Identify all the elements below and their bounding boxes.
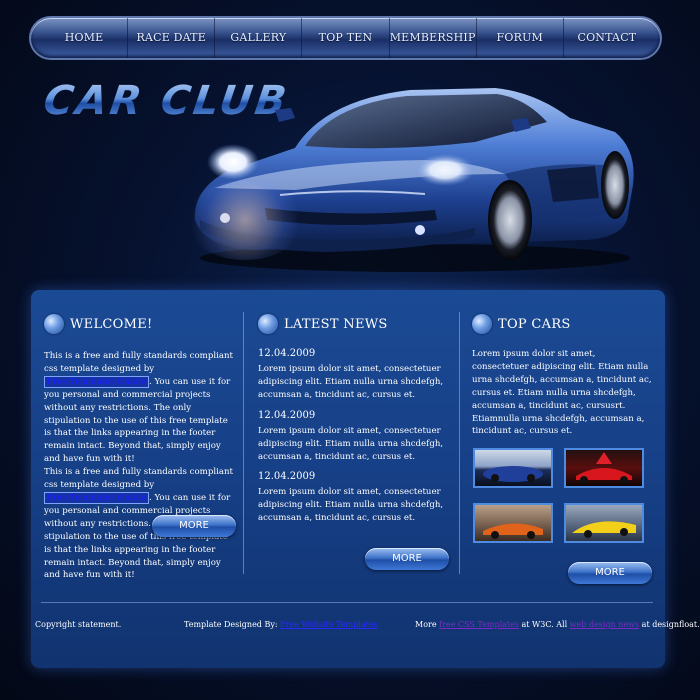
news-heading: LATEST NEWS	[258, 306, 448, 342]
topcars-text: Lorem ipsum dolor sit amet, consectetuer…	[472, 349, 652, 437]
nav-home[interactable]: HOME	[41, 18, 129, 58]
welcome-title: WELCOME!	[70, 316, 153, 332]
welcome-column: WELCOME! This is a free and fully standa…	[44, 290, 234, 582]
bullet-icon	[258, 314, 278, 334]
car-thumb-graphic	[483, 523, 543, 539]
news-date: 12.04.2009	[258, 348, 316, 359]
topcars-title: TOP CARS	[498, 316, 571, 332]
nav-forum[interactable]: FORUM	[477, 18, 564, 58]
hero-car-image	[175, 70, 645, 280]
designed-by-text: Template Designed By: Free Website Templ…	[184, 620, 378, 629]
car-thumbnail-blue[interactable]	[473, 448, 553, 488]
news-title: LATEST NEWS	[284, 316, 388, 332]
bullet-icon	[44, 314, 64, 334]
welcome-text-part: . You can use it for you personal and co…	[44, 376, 231, 465]
welcome-more-button[interactable]: MORE	[152, 515, 236, 537]
news-text: Lorem ipsum dolor sit amet, consectetuer…	[258, 364, 444, 400]
welcome-text-part: This is a free and fully standards compl…	[44, 351, 233, 374]
topcars-more-button[interactable]: MORE	[568, 562, 652, 584]
car-thumbnail-orange[interactable]	[473, 503, 553, 543]
free-templates-link[interactable]: Free Templates Online	[44, 491, 150, 504]
nav-race-date[interactable]: RACE DATE	[128, 18, 216, 58]
bullet-icon	[472, 314, 492, 334]
free-css-templates-link[interactable]: free CSS Templates	[439, 620, 519, 629]
nav-top-ten[interactable]: TOP TEN	[302, 18, 390, 58]
car-thumb-graphic	[483, 466, 543, 482]
car-thumbnail-red[interactable]	[564, 448, 644, 488]
column-divider	[459, 312, 460, 574]
topcars-column: TOP CARS Lorem ipsum dolor sit amet, con…	[472, 290, 652, 438]
welcome-heading: WELCOME!	[44, 306, 234, 342]
news-list: 12.04.2009 Lorem ipsum dolor sit amet, c…	[258, 348, 448, 525]
web-design-news-link[interactable]: web design news	[570, 620, 639, 629]
nav-gallery[interactable]: GALLERY	[215, 18, 303, 58]
welcome-text-part: This is a free and fully standards compl…	[44, 467, 233, 491]
designed-by-label: Template Designed By:	[184, 620, 278, 629]
news-text: Lorem ipsum dolor sit amet, consectetuer…	[258, 425, 444, 462]
more-prefix-text: More	[415, 620, 437, 629]
free-website-templates-link[interactable]: Free Website Templates	[280, 620, 378, 629]
nav-membership[interactable]: MEMBERSHIP	[390, 18, 477, 58]
free-templates-link[interactable]: Free Templates Online	[44, 375, 150, 388]
headlight-glow	[185, 180, 305, 260]
news-text: Lorem ipsum dolor sit amet, consectetuer…	[258, 487, 444, 524]
news-column: LATEST NEWS 12.04.2009 Lorem ipsum dolor…	[258, 290, 448, 525]
main-nav: HOME RACE DATE GALLERY TOP TEN MEMBERSHI…	[31, 18, 660, 58]
topcars-heading: TOP CARS	[472, 306, 652, 342]
content-panel: WELCOME! This is a free and fully standa…	[31, 290, 700, 668]
more-mid-text: at W3C. All	[521, 620, 568, 629]
news-date: 12.04.2009	[258, 409, 316, 421]
news-date: 12.04.2009	[258, 471, 316, 483]
copyright-text: Copyright statement.	[35, 620, 122, 629]
car-thumbnail-yellow[interactable]	[564, 503, 644, 543]
more-templates-text: More free CSS Templates at W3C. All web …	[415, 620, 700, 629]
car-thumb-graphic	[576, 452, 632, 484]
more-suffix-text: at designfloat.com!	[641, 620, 700, 629]
welcome-text: This is a free and fully standards compl…	[44, 350, 234, 582]
column-divider	[243, 312, 244, 574]
footer-divider	[41, 602, 653, 603]
car-thumb-graphic	[572, 521, 636, 538]
news-more-button[interactable]: MORE	[365, 548, 449, 570]
nav-contact[interactable]: CONTACT	[564, 18, 650, 58]
